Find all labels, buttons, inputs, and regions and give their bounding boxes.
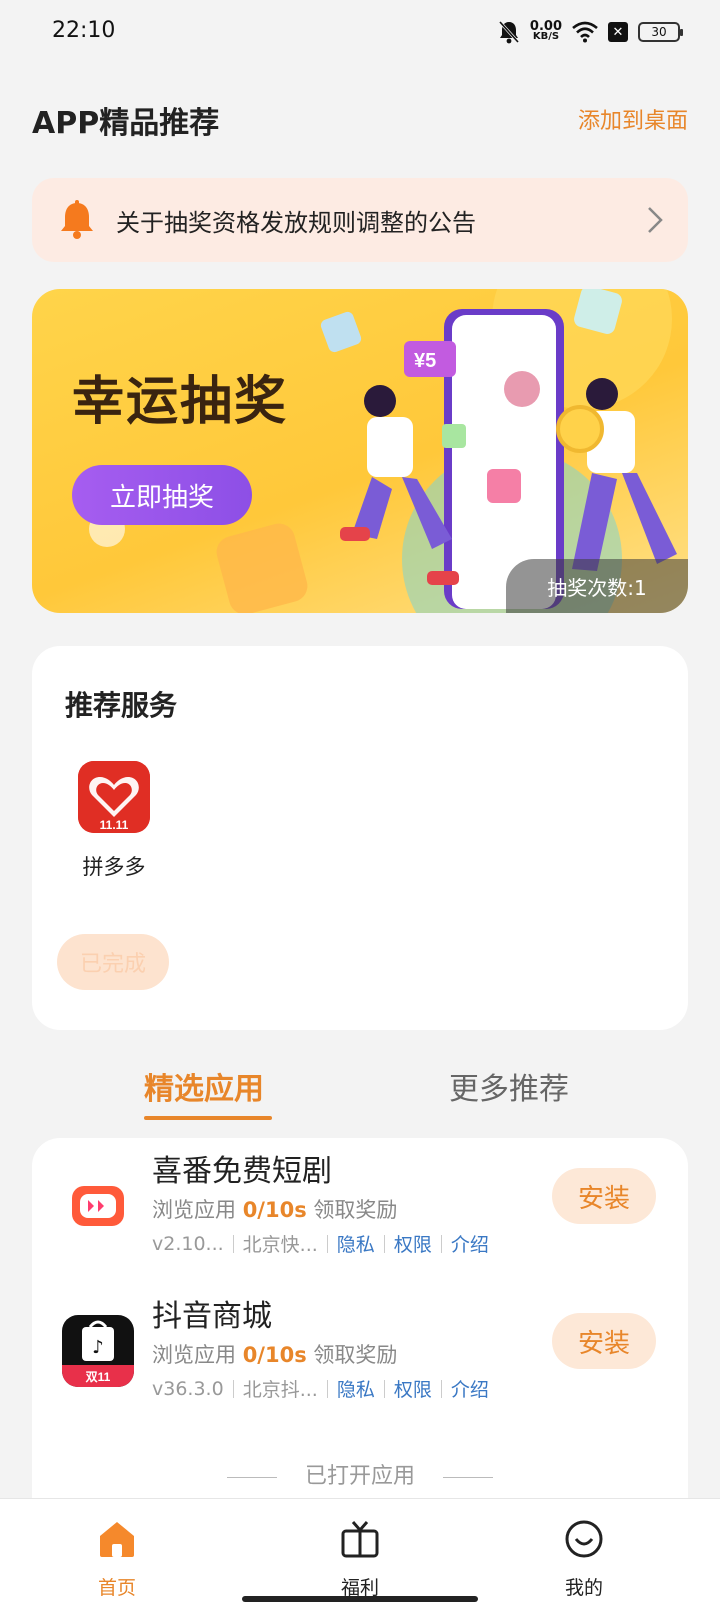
service-app-pinduoduo[interactable]: 11.11 拼多多 [76, 761, 152, 881]
app-version: v2.10... [152, 1232, 224, 1255]
chevron-right-icon [648, 207, 663, 233]
app-name: 抖音商城 [152, 1299, 272, 1334]
page-title: APP精品推荐 [32, 106, 220, 141]
net-speed: 0.00 KB/S [529, 19, 562, 42]
gift-tv-icon [341, 1521, 379, 1558]
xifan-drama-icon [62, 1170, 134, 1242]
tab-featured-apps[interactable]: 精选应用 [144, 1064, 264, 1108]
install-button[interactable]: 安装 [552, 1313, 656, 1369]
douyin-mall-icon: ♪ 双11 [62, 1315, 134, 1387]
bell-icon [61, 200, 93, 239]
privacy-link[interactable]: 隐私 [337, 1375, 375, 1402]
wifi-icon [572, 21, 598, 43]
permissions-link[interactable]: 权限 [394, 1230, 432, 1257]
home-icon [100, 1522, 134, 1557]
svg-text:双11: 双11 [86, 1370, 111, 1384]
status-bar: 22:10 0.00 KB/S ✕ 30 [0, 0, 720, 64]
app-version: v36.3.0 [152, 1377, 224, 1400]
app-reward-text: 浏览应用 0/10s 领取奖励 [152, 1198, 398, 1222]
opened-apps-divider: 已打开应用 [32, 1458, 688, 1490]
app-developer: 北京抖... [242, 1379, 318, 1401]
draw-now-button[interactable]: 立即抽奖 [72, 465, 252, 525]
lottery-title: 幸运抽奖 [72, 372, 289, 432]
nav-label: 首页 [97, 1577, 136, 1599]
nav-label: 我的 [564, 1577, 603, 1599]
announcement-banner[interactable]: 关于抽奖资格发放规则调整的公告 [32, 178, 688, 262]
svg-text:11.11: 11.11 [100, 818, 129, 832]
services-title: 推荐服务 [65, 689, 178, 722]
mute-bell-icon [498, 20, 520, 44]
app-meta: v36.3.0 北京抖... 隐私 权限 介绍 [152, 1375, 489, 1402]
recommended-services-card: 推荐服务 11.11 拼多多 已完成 [32, 646, 688, 1030]
app-reward-text: 浏览应用 0/10s 领取奖励 [152, 1343, 398, 1367]
install-button[interactable]: 安装 [552, 1168, 656, 1224]
home-indicator[interactable] [242, 1596, 478, 1602]
nav-mine[interactable]: 我的 [534, 1519, 634, 1600]
nav-home[interactable]: 首页 [67, 1519, 167, 1600]
service-app-name: 拼多多 [82, 855, 146, 879]
bottom-navigation: 首页 福利 我的 [0, 1498, 720, 1612]
app-meta: v2.10... 北京快... 隐私 权限 介绍 [152, 1230, 489, 1257]
featured-app-list: 喜番免费短剧 浏览应用 0/10s 领取奖励 v2.10... 北京快... 隐… [32, 1138, 688, 1498]
privacy-link[interactable]: 隐私 [337, 1230, 375, 1257]
app-developer: 北京快... [242, 1234, 318, 1256]
app-name: 喜番免费短剧 [152, 1154, 332, 1189]
completed-status-pill: 已完成 [57, 934, 169, 990]
tab-more-recommendations[interactable]: 更多推荐 [449, 1064, 569, 1108]
status-time: 22:10 [52, 18, 116, 43]
intro-link[interactable]: 介绍 [451, 1375, 489, 1402]
smile-icon [565, 1520, 603, 1558]
permissions-link[interactable]: 权限 [394, 1375, 432, 1402]
active-tab-indicator [144, 1116, 272, 1120]
app-tabs: 精选应用 更多推荐 [0, 1056, 720, 1122]
intro-link[interactable]: 介绍 [451, 1230, 489, 1257]
list-item[interactable]: 喜番免费短剧 浏览应用 0/10s 领取奖励 v2.10... 北京快... 隐… [32, 1138, 688, 1278]
lottery-count: 抽奖次数:1 [506, 559, 688, 613]
notification-x-icon: ✕ [608, 22, 628, 42]
lottery-banner[interactable]: ¥5 幸运抽奖 立即抽奖 抽奖次数:1 [32, 289, 688, 613]
announcement-text: 关于抽奖资格发放规则调整的公告 [116, 208, 476, 237]
list-item[interactable]: ♪ 双11 抖音商城 浏览应用 0/10s 领取奖励 v36.3.0 北京抖..… [32, 1283, 688, 1423]
nav-welfare[interactable]: 福利 [310, 1519, 410, 1600]
add-to-desktop-button[interactable]: 添加到桌面 [578, 103, 688, 135]
battery-icon: 30 [638, 22, 683, 42]
coupon-label: ¥5 [414, 350, 436, 372]
svg-text:♪: ♪ [92, 1337, 104, 1358]
pinduoduo-icon: 11.11 [78, 761, 150, 833]
status-icons: 0.00 KB/S ✕ 30 [498, 18, 683, 46]
